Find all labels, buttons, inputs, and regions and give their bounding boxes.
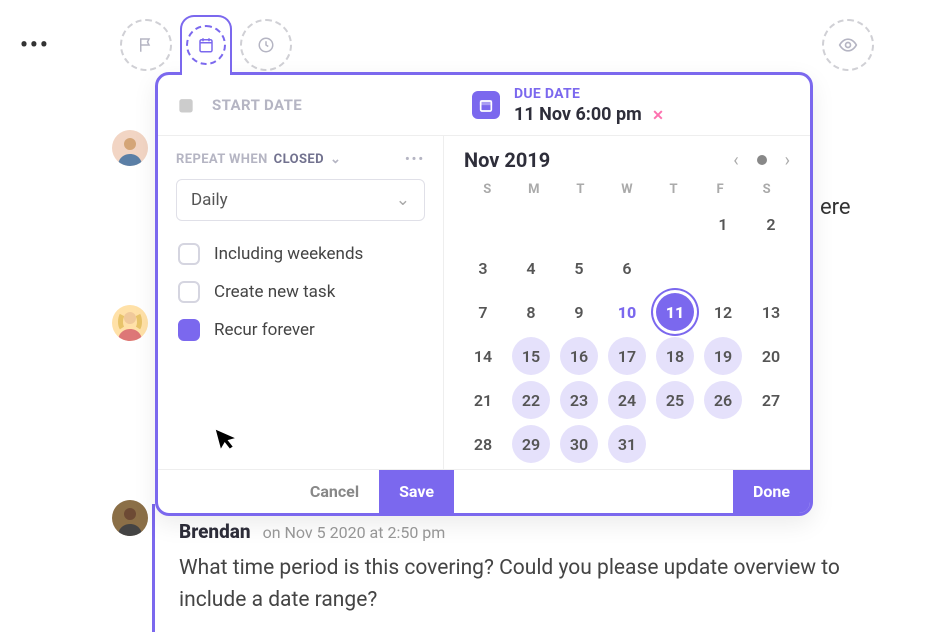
day-cell[interactable]: 12: [704, 293, 742, 331]
next-month-button[interactable]: ›: [785, 150, 790, 171]
day-cell[interactable]: 5: [560, 249, 598, 287]
chevron-down-icon[interactable]: ⌄: [330, 152, 341, 167]
due-date-value: 11 Nov 6:00 pm: [514, 104, 642, 125]
month-label: Nov 2019: [464, 148, 550, 172]
checkbox-label: Recur forever: [214, 320, 315, 340]
repeat-label: REPEAT WHEN: [176, 152, 268, 167]
day-of-week-header: T: [654, 182, 694, 197]
repeat-option[interactable]: Recur forever: [176, 311, 425, 349]
day-cell[interactable]: 6: [608, 249, 646, 287]
cursor-icon: [213, 423, 241, 454]
day-cell[interactable]: 21: [464, 381, 502, 419]
day-cell[interactable]: 2: [752, 205, 790, 243]
day-of-week-header: M: [514, 182, 554, 197]
day-of-week-header: S: [747, 182, 787, 197]
day-cell[interactable]: 15: [512, 337, 550, 375]
due-date-label: DUE DATE: [514, 86, 664, 102]
background-text-fragment: ere: [820, 195, 851, 220]
checkbox-label: Create new task: [214, 282, 335, 302]
day-cell[interactable]: 22: [512, 381, 550, 419]
day-cell[interactable]: 24: [608, 381, 646, 419]
avatar[interactable]: [112, 500, 148, 536]
day-cell[interactable]: 18: [656, 337, 694, 375]
due-date-section[interactable]: DUE DATE 11 Nov 6:00 pm ✕: [454, 86, 810, 125]
repeat-option[interactable]: Including weekends: [176, 235, 425, 273]
checkbox[interactable]: [178, 281, 200, 303]
checkbox-label: Including weekends: [214, 244, 363, 264]
day-cell[interactable]: 8: [512, 293, 550, 331]
date-picker-popup: START DATE DUE DATE 11 Nov 6:00 pm ✕ REP…: [155, 72, 813, 516]
day-cell[interactable]: 23: [560, 381, 598, 419]
flag-icon[interactable]: [120, 19, 172, 71]
watch-icon[interactable]: [822, 19, 874, 71]
day-of-week-header: W: [607, 182, 647, 197]
checkbox[interactable]: [178, 319, 200, 341]
day-cell[interactable]: 1: [704, 205, 742, 243]
day-cell[interactable]: 16: [560, 337, 598, 375]
prev-month-button[interactable]: ‹: [733, 150, 738, 171]
start-date-button[interactable]: START DATE: [158, 95, 454, 115]
day-cell[interactable]: 25: [656, 381, 694, 419]
calendar-icon: [176, 95, 196, 115]
more-menu-icon[interactable]: •••: [20, 33, 50, 58]
comment-body: What time period is this covering? Could…: [179, 553, 848, 616]
day-cell[interactable]: 11: [656, 293, 694, 331]
start-date-label: START DATE: [212, 96, 302, 114]
cancel-button[interactable]: Cancel: [290, 470, 379, 513]
avatar[interactable]: [112, 305, 148, 341]
day-cell[interactable]: 13: [752, 293, 790, 331]
repeat-trigger[interactable]: CLOSED: [274, 152, 324, 167]
day-of-week-header: S: [467, 182, 507, 197]
day-cell[interactable]: 30: [560, 425, 598, 463]
day-cell[interactable]: 4: [512, 249, 550, 287]
comment: Brendan on Nov 5 2020 at 2:50 pm What ti…: [152, 504, 872, 632]
done-button[interactable]: Done: [733, 470, 810, 513]
save-button[interactable]: Save: [379, 470, 454, 513]
day-cell[interactable]: 29: [512, 425, 550, 463]
calendar-tab[interactable]: [180, 15, 232, 75]
day-cell[interactable]: 14: [464, 337, 502, 375]
day-cell[interactable]: 27: [752, 381, 790, 419]
day-cell[interactable]: 20: [752, 337, 790, 375]
chevron-down-icon: ⌄: [396, 190, 410, 210]
day-cell[interactable]: 10: [608, 293, 646, 331]
calendar-icon: [186, 25, 226, 65]
day-cell[interactable]: 28: [464, 425, 502, 463]
day-of-week-header: F: [700, 182, 740, 197]
day-cell[interactable]: 19: [704, 337, 742, 375]
frequency-select[interactable]: Daily ⌄: [176, 179, 425, 221]
day-cell[interactable]: 17: [608, 337, 646, 375]
day-cell[interactable]: 31: [608, 425, 646, 463]
avatar[interactable]: [112, 130, 148, 166]
day-of-week-header: T: [560, 182, 600, 197]
day-cell[interactable]: 26: [704, 381, 742, 419]
clear-due-date-icon[interactable]: ✕: [652, 108, 664, 124]
day-cell[interactable]: 3: [464, 249, 502, 287]
repeat-option[interactable]: Create new task: [176, 273, 425, 311]
calendar-icon: [472, 91, 500, 119]
comment-timestamp: on Nov 5 2020 at 2:50 pm: [263, 523, 446, 542]
comment-author[interactable]: Brendan: [179, 520, 251, 543]
day-cell[interactable]: 7: [464, 293, 502, 331]
day-cell[interactable]: 9: [560, 293, 598, 331]
repeat-more-icon[interactable]: •••: [405, 152, 425, 167]
clock-icon[interactable]: [240, 19, 292, 71]
today-dot-button[interactable]: [757, 155, 767, 165]
checkbox[interactable]: [178, 243, 200, 265]
frequency-value: Daily: [191, 190, 228, 210]
